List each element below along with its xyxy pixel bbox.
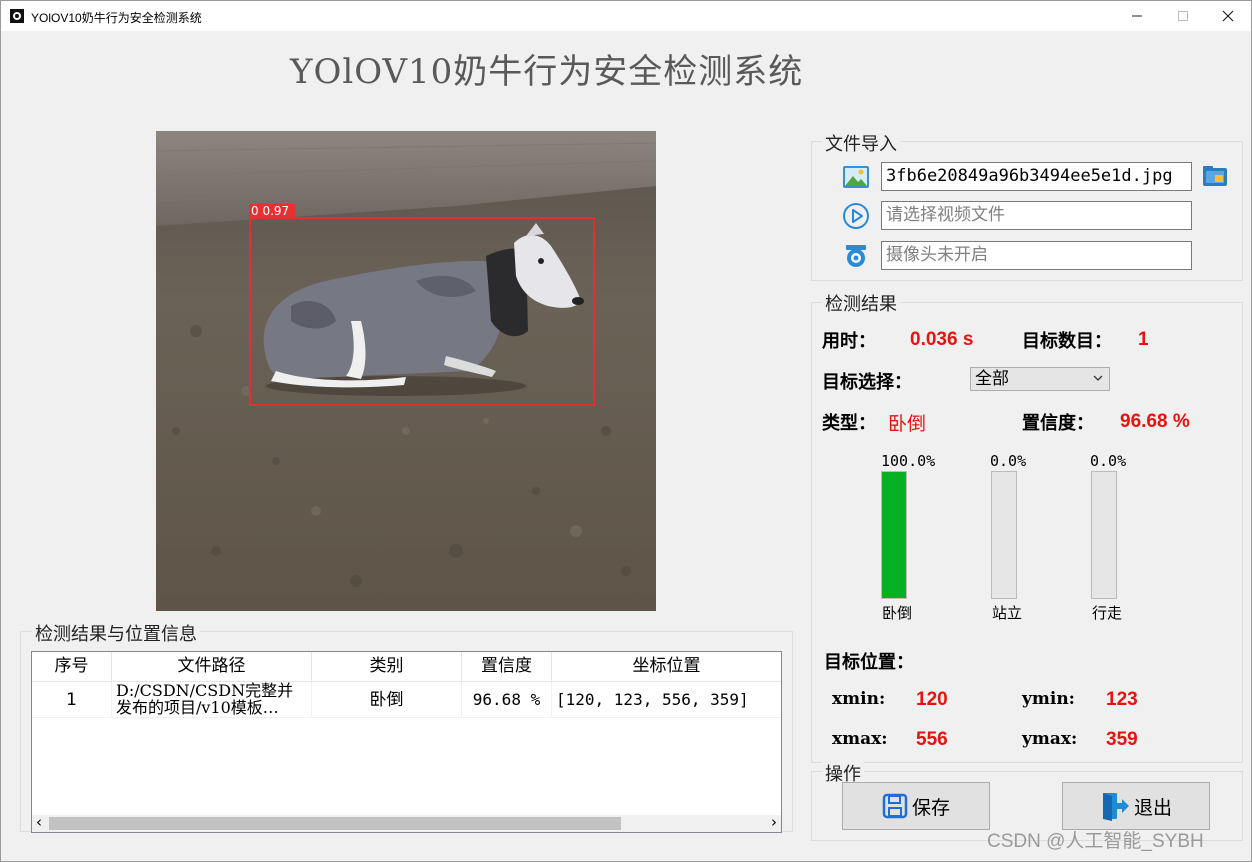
xmin-label: xmin: (832, 689, 886, 709)
maximize-button[interactable] (1160, 1, 1206, 31)
table-header-confidence[interactable]: 置信度 (462, 652, 552, 682)
maximize-icon (1178, 11, 1188, 21)
target-count-value: 1 (1138, 329, 1149, 350)
target-count-label: 目标数目： (1022, 331, 1112, 352)
table-cell-path-line1: D:/CSDN/CSDN完整并 (116, 681, 294, 700)
video-path-field[interactable]: 请选择视频文件 (881, 201, 1192, 230)
exit-button[interactable]: 退出 (1062, 782, 1210, 830)
detection-label: 0 0.97 (249, 204, 296, 218)
table-cell-confidence[interactable]: 96.68 % (462, 682, 552, 718)
target-select-label: 目标选择： (822, 372, 912, 393)
file-import-title: 文件导入 (822, 130, 900, 156)
close-button[interactable] (1205, 1, 1251, 31)
detection-image: 0 0.97 (156, 131, 656, 611)
app-logo-icon (10, 9, 24, 23)
confidence-label: 置信度： (1022, 413, 1094, 434)
ymax-label: ymax: (1022, 729, 1078, 749)
table-header-coordinates[interactable]: 坐标位置 (552, 652, 781, 682)
save-icon (882, 793, 908, 819)
table-cell-path-line2: 发布的项目/v10模板… (116, 698, 279, 717)
image-file-icon[interactable] (842, 163, 870, 191)
minimize-icon (1132, 15, 1142, 17)
type-value: 卧倒 (888, 413, 927, 435)
horizontal-scrollbar[interactable]: ‹ › (32, 813, 781, 832)
table-header-category[interactable]: 类别 (312, 652, 462, 682)
bar-label-standing: 站立 (992, 604, 1023, 622)
watermark: CSDN @人工智能_SYBH (987, 831, 1204, 852)
table-header-index[interactable]: 序号 (32, 652, 112, 682)
ymin-value: 123 (1106, 689, 1138, 710)
bar-percent-lying: 100.0% (881, 452, 936, 470)
time-label: 用时： (822, 331, 876, 352)
exit-label: 退出 (1133, 796, 1172, 819)
window-title: YOlOV10奶牛行为安全检测系统 (31, 11, 202, 25)
video-play-icon[interactable] (842, 202, 870, 230)
progress-bar-fill-lying (882, 472, 906, 598)
save-button[interactable]: 保存 (842, 782, 990, 830)
target-position-label: 目标位置： (824, 652, 914, 673)
progress-bar-lying (881, 471, 907, 599)
progress-bar-walking (1091, 471, 1117, 599)
progress-bar-standing (991, 471, 1017, 599)
ymax-value: 359 (1106, 729, 1138, 750)
exit-door-icon (1102, 793, 1129, 821)
image-path-field[interactable]: 3fb6e20849a96b3494ee5e1d.jpg (881, 162, 1192, 191)
target-select-value: 全部 (975, 369, 1009, 389)
ymin-label: ymin: (1022, 689, 1075, 709)
time-value: 0.036 s (910, 329, 974, 350)
table-cell-index[interactable]: 1 (32, 682, 112, 718)
confidence-value: 96.68 % (1120, 411, 1190, 432)
app-title: YOlOV10奶牛行为安全检测系统 (290, 52, 804, 92)
detection-bounding-box: 0 0.97 (249, 204, 595, 406)
minimize-button[interactable] (1114, 1, 1160, 31)
camera-icon[interactable] (842, 242, 870, 270)
xmax-label: xmax: (832, 729, 888, 749)
bar-percent-standing: 0.0% (990, 452, 1027, 470)
detection-results-title: 检测结果 (822, 290, 900, 316)
open-folder-icon[interactable] (1201, 162, 1229, 190)
close-icon (1222, 10, 1234, 22)
scrollbar-thumb[interactable] (49, 817, 621, 830)
table-cell-coordinates[interactable]: [120, 123, 556, 359] (552, 682, 781, 718)
bar-label-lying: 卧倒 (882, 604, 913, 622)
chevron-down-icon (1093, 375, 1103, 381)
bar-label-walking: 行走 (1092, 604, 1123, 622)
table-cell-path[interactable]: D:/CSDN/CSDN完整并 发布的项目/v10模板… (112, 682, 312, 718)
xmax-value: 556 (916, 729, 948, 750)
xmin-value: 120 (916, 689, 948, 710)
results-table[interactable]: 序号 文件路径 类别 置信度 坐标位置 1 D:/CSDN/CSDN完整并 发布… (31, 651, 782, 833)
table-cell-category[interactable]: 卧倒 (312, 682, 462, 718)
target-select-dropdown[interactable]: 全部 (970, 367, 1110, 391)
camera-status-field[interactable]: 摄像头未开启 (881, 241, 1192, 270)
save-label: 保存 (911, 796, 950, 819)
results-table-title: 检测结果与位置信息 (32, 620, 200, 646)
type-label: 类型： (822, 413, 876, 434)
bar-percent-walking: 0.0% (1090, 452, 1127, 470)
table-header-path[interactable]: 文件路径 (112, 652, 312, 682)
scroll-left-icon[interactable]: ‹ (36, 813, 42, 831)
title-bar: YOlOV10奶牛行为安全检测系统 (1, 1, 1251, 31)
scroll-right-icon[interactable]: › (771, 813, 777, 831)
